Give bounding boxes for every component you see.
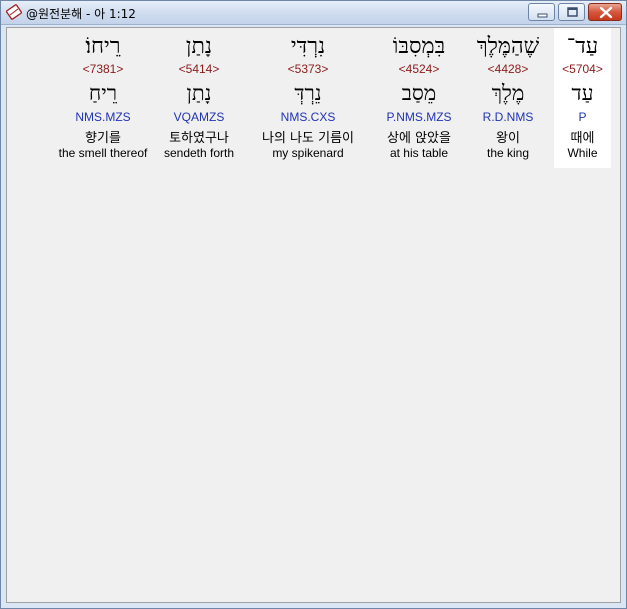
word-column[interactable]: שֶׁהַמֶּלֶךְ <4428> מֶלֶךְ R.D.NMS 왕이 th… [467, 28, 549, 168]
strong-number[interactable]: <7381> [51, 62, 155, 76]
english-gloss: my spikenard [272, 146, 344, 160]
close-icon [599, 6, 613, 19]
parsing-code: R.D.NMS [482, 110, 534, 124]
parsing-code: NMS.MZS [75, 110, 131, 124]
lemma: נֵרְדְּ [294, 81, 322, 105]
hebrew-word: נִרְדִּי [290, 34, 326, 59]
lemma: מֵסַב [401, 81, 437, 105]
window-title: @원전분해 - 아 1:12 [26, 7, 136, 21]
word-column-selected[interactable]: עַד־ <5704> עַד P 때에 While [554, 28, 611, 168]
minimize-icon [537, 13, 548, 18]
maximize-icon [567, 7, 578, 17]
close-button[interactable] [588, 3, 622, 21]
hebrew-word: שֶׁהַמֶּלֶךְ [476, 34, 540, 59]
strong-number[interactable]: <4428> [467, 62, 549, 76]
english-gloss: While [567, 146, 598, 160]
title-bar[interactable]: @원전분해 - 아 1:12 [1, 1, 626, 25]
strong-number[interactable]: <5414> [157, 62, 241, 76]
english-gloss: the king [486, 146, 530, 160]
minimize-button[interactable] [528, 3, 555, 21]
korean-gloss: 왕이 [496, 131, 520, 146]
lemma: עַד [571, 81, 594, 105]
lemma: נָתַן [186, 81, 212, 105]
parsing-code: P.NMS.MZS [386, 110, 452, 124]
hebrew-word: בִּמְסִבּוֹ [392, 34, 446, 59]
english-gloss: sendeth forth [163, 146, 235, 160]
korean-gloss: 상에 앉았을 [387, 131, 451, 146]
bible-book-icon [5, 4, 23, 20]
word-column[interactable]: נִרְדִּי <5373> נֵרְדְּ NMS.CXS 나의 나도 기름… [247, 28, 369, 168]
parsing-code: VQAMZS [173, 110, 225, 124]
hebrew-word: נָתַן [185, 34, 213, 59]
hebrew-word: רֵיחוֹ׃ [85, 34, 121, 59]
english-gloss: the smell thereof [58, 146, 148, 160]
word-column[interactable]: רֵיחוֹ׃ <7381> רֵיחַ NMS.MZS 향기를 the sme… [51, 28, 155, 168]
maximize-button[interactable] [558, 3, 585, 21]
korean-gloss: 때에 [570, 131, 595, 146]
english-gloss: at his table [389, 146, 449, 160]
parsing-code: P [578, 110, 587, 124]
strong-number[interactable]: <4524> [375, 62, 463, 76]
korean-gloss: 나의 나도 기름이 [262, 131, 354, 146]
hebrew-word: עַד־ [566, 34, 599, 59]
interlinear-panel[interactable]: רֵיחוֹ׃ <7381> רֵיחַ NMS.MZS 향기를 the sme… [6, 27, 621, 603]
word-column[interactable]: בִּמְסִבּוֹ <4524> מֵסַב P.NMS.MZS 상에 앉았… [375, 28, 463, 168]
strong-number[interactable]: <5704> [554, 62, 611, 76]
korean-gloss: 향기를 [85, 131, 121, 146]
lemma: מֶלֶךְ [491, 81, 525, 105]
strong-number[interactable]: <5373> [247, 62, 369, 76]
lemma: רֵיחַ [88, 81, 118, 105]
parsing-code: NMS.CXS [280, 110, 336, 124]
app-window: @원전분해 - 아 1:12 רֵיחוֹ׃ <7381> רֵיחַ NMS.… [0, 0, 627, 609]
korean-gloss: 토하였구나 [169, 131, 229, 146]
word-column[interactable]: נָתַן <5414> נָתַן VQAMZS 토하였구나 sendeth … [157, 28, 241, 168]
